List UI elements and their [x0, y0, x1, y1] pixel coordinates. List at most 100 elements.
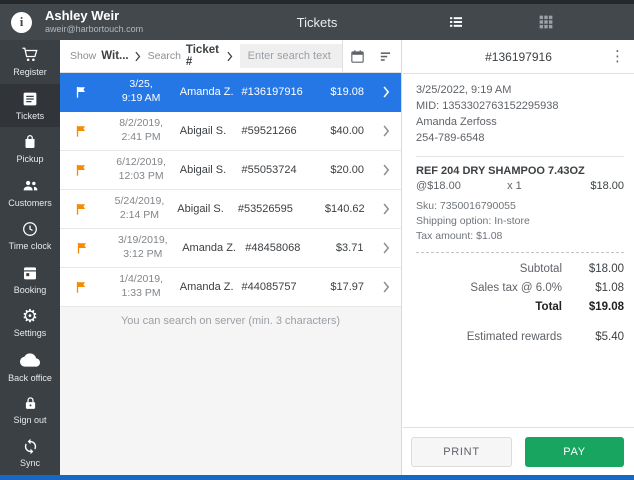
- list-view-icon[interactable]: [447, 13, 465, 31]
- sidebar-item-sync[interactable]: Sync: [0, 432, 60, 476]
- total-value: $19.08: [588, 301, 624, 314]
- detail-header: #136197916: [403, 40, 634, 74]
- sidebar-item-label: Time clock: [8, 241, 52, 252]
- user-name: Ashley Weir: [45, 8, 120, 24]
- ticket-row[interactable]: 3/25, 9:19 AM Amanda Z. #136197916 $19.08: [60, 73, 401, 112]
- sidebar-item-register[interactable]: Register: [0, 40, 60, 84]
- ticket-amount: $140.62: [324, 203, 365, 215]
- search-bar: Show Wit... Search Ticket #: [60, 39, 401, 73]
- search-input[interactable]: [239, 44, 342, 68]
- line-item-shipping: Shipping option: In-store: [416, 214, 530, 227]
- ticket-customer: Abigail S.: [179, 125, 227, 137]
- sales-tax-row: Sales tax @ 6.0% $1.08: [416, 279, 624, 298]
- sync-icon: [22, 438, 39, 455]
- sidebar-item-sign-out[interactable]: Sign out: [0, 388, 60, 432]
- line-item-price-row: @$18.00 x 1 $18.00: [416, 180, 624, 192]
- search-by-label: Search: [147, 50, 181, 62]
- sort-icon[interactable]: [372, 40, 401, 73]
- sales-tax-value: $1.08: [595, 282, 624, 295]
- ticket-row[interactable]: 5/24/2019, 2:14 PM Abigail S. #53526595 $…: [60, 190, 401, 229]
- list-empty-area: [60, 334, 401, 475]
- ticket-amount: $19.08: [330, 86, 365, 98]
- user-email: aweir@harbortouch.com: [45, 24, 144, 35]
- gear-icon: [22, 307, 38, 325]
- ticket-list-panel: Show Wit... Search Ticket # 3/25,9:19 AM…: [60, 39, 402, 475]
- sidebar-item-label: Sync: [19, 458, 40, 469]
- ticket-amount: $17.97: [330, 281, 365, 293]
- chevron-right-icon: [372, 164, 401, 176]
- ticket-customer: Amanda Z.: [182, 242, 236, 254]
- flag-icon: [60, 280, 102, 294]
- flag-icon: [60, 124, 102, 138]
- app-bar: Ashley Weir aweir@harbortouch.com Ticket…: [0, 4, 634, 40]
- sidebar-item-pickup[interactable]: Pickup: [0, 127, 60, 171]
- chevron-right-icon: [371, 242, 401, 254]
- calendar-filter-icon[interactable]: [342, 40, 371, 73]
- total-row: Total $19.08: [416, 298, 624, 317]
- page-title: Tickets: [296, 14, 338, 30]
- chevron-right-icon[interactable]: [135, 51, 141, 62]
- sidebar-item-label: Customers: [8, 198, 52, 209]
- pos-app-window: Ashley Weir aweir@harbortouch.com Ticket…: [0, 0, 634, 480]
- sidebar-item-label: Tickets: [15, 110, 45, 121]
- grid-view-icon[interactable]: [537, 13, 555, 31]
- ticket-customer: Amanda Z.: [179, 86, 234, 98]
- sidebar-item-label: Settings: [13, 328, 47, 339]
- pay-button[interactable]: PAY: [525, 436, 624, 467]
- cloud-icon: [20, 350, 40, 370]
- chevron-right-icon: [372, 125, 401, 137]
- subtotal-value: $18.00: [588, 263, 624, 276]
- detail-body: 3/25/2022, 9:19 AM MID: 1353302763152295…: [403, 74, 634, 427]
- flag-icon: [60, 163, 102, 177]
- chevron-right-icon[interactable]: [227, 51, 233, 62]
- show-filter-label: Show: [70, 50, 97, 62]
- line-item-name: REF 204 DRY SHAMPOO 7.43OZ: [416, 164, 585, 177]
- chevron-right-icon: [372, 281, 401, 293]
- ticket-row[interactable]: 8/2/2019, 2:41 PM Abigail S. #59521266 $4…: [60, 112, 401, 151]
- ticket-row[interactable]: 6/12/2019, 12:03 PM Abigail S. #55053724 …: [60, 151, 401, 190]
- calendar-icon: [21, 264, 39, 282]
- search-by-value[interactable]: Ticket #: [186, 44, 221, 68]
- rewards-label: Estimated rewards: [466, 331, 562, 344]
- receipt-icon: [21, 90, 39, 108]
- sidebar-item-time-clock[interactable]: Time clock: [0, 214, 60, 258]
- ticket-number: #48458068: [245, 242, 301, 254]
- flag-icon: [60, 241, 103, 255]
- ticket-number: #44085757: [241, 281, 297, 293]
- ticket-customer: Amanda Z.: [179, 281, 234, 293]
- detail-customer-phone: 254-789-6548: [416, 131, 485, 144]
- cart-icon: [21, 46, 39, 64]
- ticket-row[interactable]: 1/4/2019, 1:33 PM Amanda Z. #44085757 $17…: [60, 268, 401, 307]
- bag-icon: [21, 133, 39, 151]
- subtotal-row: Subtotal $18.00: [416, 260, 624, 279]
- sidebar-item-settings[interactable]: Settings: [0, 301, 60, 345]
- ticket-number: #59521266: [241, 125, 297, 137]
- rewards-row: Estimated rewards $5.40: [416, 328, 624, 347]
- sidebar-nav: Register Tickets Pickup Customers Time c…: [0, 40, 60, 475]
- sidebar-item-back-office[interactable]: Back office: [0, 345, 60, 389]
- ticket-number: #55053724: [241, 164, 297, 176]
- sidebar-item-booking[interactable]: Booking: [0, 258, 60, 302]
- more-options-icon[interactable]: [610, 48, 625, 66]
- subtotal-label: Subtotal: [519, 263, 562, 276]
- line-item-unit-price: @$18.00: [416, 179, 461, 192]
- sales-tax-label: Sales tax @ 6.0%: [470, 282, 562, 295]
- sidebar-item-tickets[interactable]: Tickets: [0, 83, 60, 127]
- ticket-date: 3/25, 9:19 AM: [121, 78, 161, 104]
- ticket-number: #53526595: [237, 203, 293, 215]
- info-icon[interactable]: [11, 11, 32, 33]
- show-filter-value[interactable]: Wit...: [101, 50, 128, 62]
- divider: [416, 155, 624, 157]
- sidebar-item-label: Register: [13, 67, 47, 78]
- print-button[interactable]: PRINT: [411, 436, 512, 467]
- ticket-row[interactable]: 3/19/2019, 3:12 PM Amanda Z. #48458068 $3…: [60, 229, 401, 268]
- chevron-right-icon: [373, 203, 401, 215]
- detail-footer: PRINT PAY: [403, 427, 634, 475]
- line-item-sku: Sku: 7350016790055: [416, 199, 516, 212]
- user-block[interactable]: Ashley Weir aweir@harbortouch.com: [45, 8, 144, 35]
- ticket-amount: $20.00: [330, 164, 365, 176]
- ticket-date: 3/19/2019, 3:12 PM: [117, 234, 168, 260]
- ticket-date: 8/2/2019, 2:41 PM: [119, 117, 163, 143]
- sidebar-item-customers[interactable]: Customers: [0, 171, 60, 215]
- detail-customer-name: Amanda Zerfoss: [416, 115, 497, 128]
